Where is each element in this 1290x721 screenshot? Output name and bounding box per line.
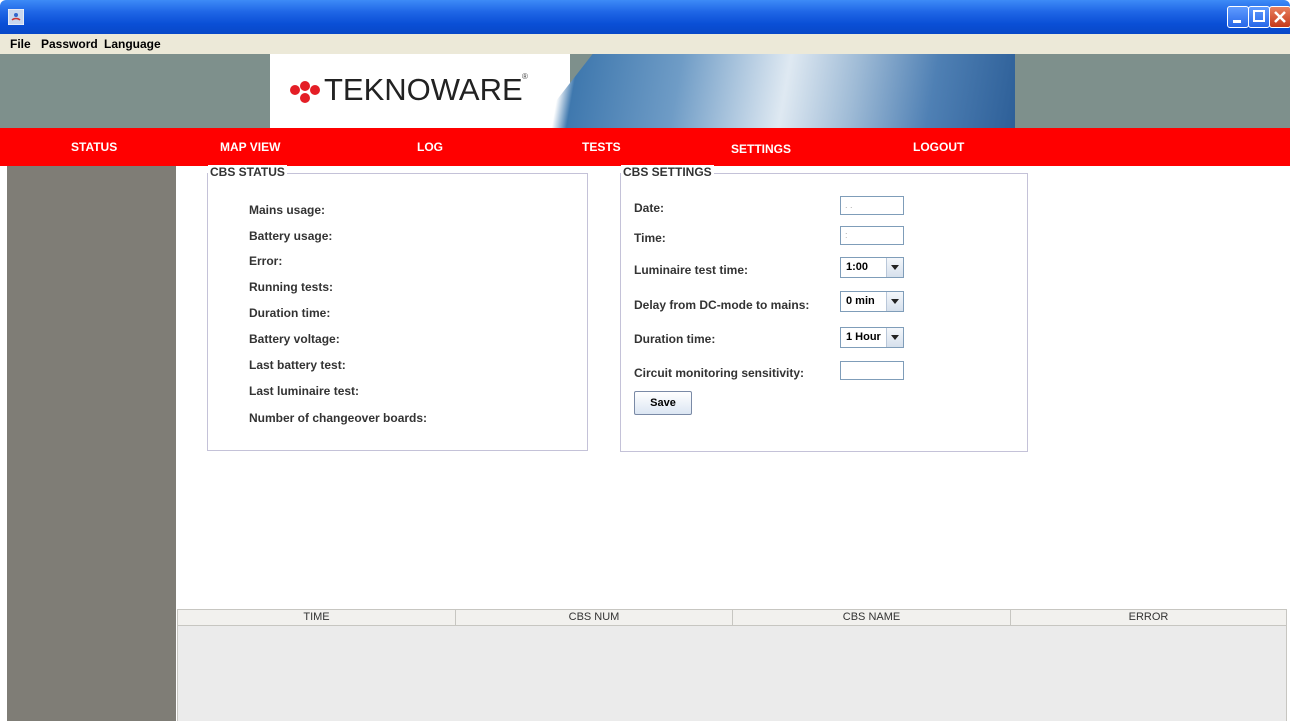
java-app-icon[interactable] bbox=[8, 9, 24, 25]
mains-usage-label: Mains usage: bbox=[249, 203, 326, 217]
circuit-sensitivity-field[interactable] bbox=[840, 361, 904, 380]
column-error[interactable]: ERROR bbox=[1011, 610, 1286, 625]
column-time[interactable]: TIME bbox=[178, 610, 456, 625]
changeover-boards-label: Number of changeover boards: bbox=[249, 411, 428, 425]
maximize-button[interactable] bbox=[1248, 6, 1270, 28]
cbs-status-title: CBS STATUS bbox=[208, 165, 287, 179]
tab-status[interactable]: STATUS bbox=[71, 140, 117, 154]
duration-time-value: 1 Hour bbox=[846, 331, 881, 343]
date-field[interactable]: . . bbox=[840, 196, 904, 215]
save-button[interactable]: Save bbox=[634, 391, 692, 415]
chevron-down-icon[interactable] bbox=[886, 328, 903, 347]
last-luminaire-test-label: Last luminaire test: bbox=[249, 384, 360, 398]
teknoware-logo-icon bbox=[290, 81, 320, 103]
header-banner: TEKNOWARE ® bbox=[0, 54, 1290, 128]
logo-text: TEKNOWARE bbox=[324, 72, 523, 107]
tab-logout[interactable]: LOGOUT bbox=[913, 140, 964, 154]
maximize-icon bbox=[1253, 10, 1265, 22]
left-sidebar bbox=[7, 166, 176, 721]
error-table-body[interactable] bbox=[177, 626, 1287, 721]
main-navbar: STATUS MAP VIEW LOG TESTS SETTINGS LOGOU… bbox=[0, 128, 1290, 166]
delay-dc-mode-label: Delay from DC-mode to mains: bbox=[634, 298, 810, 312]
duration-time-label: Duration time: bbox=[249, 306, 331, 320]
luminaire-test-time-label: Luminaire test time: bbox=[634, 263, 749, 277]
running-tests-label: Running tests: bbox=[249, 280, 333, 294]
cbs-settings-title: CBS SETTINGS bbox=[621, 165, 714, 179]
close-icon bbox=[1274, 11, 1286, 23]
luminaire-test-time-select[interactable]: 1:00 bbox=[840, 257, 904, 278]
tab-settings[interactable]: SETTINGS bbox=[731, 142, 791, 156]
menu-file[interactable]: File bbox=[10, 37, 31, 51]
sky-image bbox=[535, 54, 1015, 128]
date-label: Date: bbox=[634, 201, 665, 215]
left-edge bbox=[0, 166, 7, 721]
chevron-down-icon[interactable] bbox=[886, 258, 903, 277]
battery-usage-label: Battery usage: bbox=[249, 229, 333, 243]
menu-password[interactable]: Password bbox=[41, 37, 98, 51]
cbs-status-panel: CBS STATUS Mains usage: Battery usage: E… bbox=[207, 165, 588, 451]
column-cbs-num[interactable]: CBS NUM bbox=[456, 610, 733, 625]
cbs-settings-panel: CBS SETTINGS Date: . . Time: : Luminaire… bbox=[620, 165, 1028, 452]
last-battery-test-label: Last battery test: bbox=[249, 358, 346, 372]
delay-dc-mode-value: 0 min bbox=[846, 295, 875, 307]
time-label: Time: bbox=[634, 231, 666, 245]
tab-log[interactable]: LOG bbox=[417, 140, 443, 154]
time-field[interactable]: : bbox=[840, 226, 904, 245]
battery-voltage-label: Battery voltage: bbox=[249, 332, 340, 346]
tab-map-view[interactable]: MAP VIEW bbox=[220, 140, 280, 154]
tab-tests[interactable]: TESTS bbox=[582, 140, 621, 154]
registered-mark: ® bbox=[522, 72, 528, 81]
error-table-header: TIME CBS NUM CBS NAME ERROR bbox=[177, 609, 1287, 626]
menubar: File Password Language bbox=[0, 34, 1290, 54]
luminaire-test-time-value: 1:00 bbox=[846, 261, 869, 273]
duration-time-select[interactable]: 1 Hour bbox=[840, 327, 904, 348]
delay-dc-mode-select[interactable]: 0 min bbox=[840, 291, 904, 312]
minimize-button[interactable] bbox=[1227, 6, 1249, 28]
duration-time-label: Duration time: bbox=[634, 332, 716, 346]
menu-language[interactable]: Language bbox=[104, 37, 161, 51]
window-titlebar bbox=[0, 0, 1290, 34]
minimize-icon bbox=[1233, 20, 1241, 23]
chevron-down-icon[interactable] bbox=[886, 292, 903, 311]
close-button[interactable] bbox=[1269, 6, 1290, 28]
error-label: Error: bbox=[249, 254, 283, 268]
column-cbs-name[interactable]: CBS NAME bbox=[733, 610, 1011, 625]
circuit-sensitivity-label: Circuit monitoring sensitivity: bbox=[634, 366, 805, 380]
